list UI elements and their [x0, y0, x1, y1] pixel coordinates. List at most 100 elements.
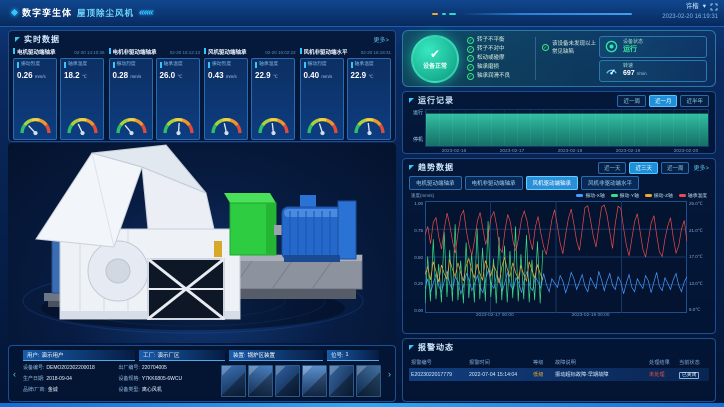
gauge-label: 振动烈度 — [17, 62, 54, 68]
gauge-card[interactable]: 轴承温度 22.9 ℃ — [251, 58, 295, 140]
run-record-panel: 运行记录 近一周 近一月 近半年 运行 停机 2023-02-16 — [402, 91, 716, 154]
check-item-label: 转子不对中 — [477, 45, 505, 54]
gauge — [64, 114, 101, 137]
range-button-day[interactable]: 近一天 — [598, 162, 627, 174]
device-state-chip: 设备状态 运行 — [599, 36, 707, 58]
gauge — [255, 114, 292, 137]
x-tick: 2023-02-20 — [674, 149, 699, 154]
device-photo[interactable] — [302, 365, 327, 397]
next-arrow[interactable]: › — [388, 370, 391, 379]
gauge-value: 0.43 — [208, 71, 224, 80]
chip-value: 运行 — [623, 46, 643, 54]
gauge — [304, 114, 341, 137]
gauge-card[interactable]: 轴承温度 26.0 ℃ — [156, 58, 200, 140]
gauge-label: 轴承温度 — [64, 62, 101, 68]
alarm-id: E2023022017779 — [409, 372, 469, 378]
gauge-unit: ℃ — [177, 74, 182, 79]
factory-number: 220704005 — [142, 365, 167, 372]
gauge-value: 18.2 — [64, 71, 80, 80]
tab-motor-drive-end[interactable]: 电机驱动端轴承 — [409, 176, 462, 190]
status-ring-icon — [605, 40, 618, 53]
run-x-axis: 2023-02-16 2023-02-17 2023-02-18 2023-02… — [425, 147, 715, 155]
trend-chart[interactable] — [425, 201, 687, 313]
device-photo[interactable] — [275, 365, 300, 397]
group-time: 02-20 16:02:23 — [265, 50, 295, 55]
gauge-label: 振动烈度 — [304, 62, 341, 68]
device-info-panel: ‹ › 用户:演示用户 工厂:演示厂区 装置:锅炉区装置 位号:1 设备编号:D… — [8, 345, 396, 402]
check-icon: ✓ — [467, 73, 474, 80]
fan-3d-model-viewport[interactable] — [8, 143, 396, 343]
check-icon: ✓ — [467, 64, 474, 71]
prev-arrow[interactable]: ‹ — [13, 370, 16, 379]
range-button-month[interactable]: 近一月 — [649, 95, 678, 107]
gauge-card[interactable]: 振动烈度 0.40 mm/s — [300, 58, 344, 140]
device-photo[interactable] — [329, 365, 354, 397]
realtime-data-panel: 实时数据 更多> 电机驱动端轴承 02-20 14:10:26 振动烈度 0.2… — [8, 30, 396, 142]
tab-fan-nondrive-horizontal[interactable]: 风机非驱动端水平 — [581, 176, 639, 190]
gauge-card[interactable]: 振动烈度 0.43 mm/s — [204, 58, 248, 140]
gauge — [17, 114, 54, 137]
user-selector[interactable]: 用户:演示用户 — [23, 350, 135, 361]
tab-motor-nondrive-end[interactable]: 电机非驱动端轴承 — [465, 176, 523, 190]
alarm-table-row[interactable]: E2023022017779 2022-07-04 15:14:04 低级 振动… — [409, 368, 709, 381]
group-time: 02-20 16:18:31 — [361, 50, 391, 55]
gauge-unit: mm/s — [35, 74, 46, 79]
chart-grid-texture — [426, 110, 708, 146]
tab-fan-drive-end[interactable]: 风机驱动端轴承 — [526, 176, 579, 190]
speedometer-icon — [605, 64, 618, 77]
gauge-label: 轴承温度 — [160, 62, 197, 68]
group-accent-bar — [204, 48, 206, 54]
y-axis-title: 速度(mm/s) — [411, 193, 434, 199]
legend-label[interactable]: 振动-Y轴 — [620, 192, 639, 199]
gauge-card[interactable]: 振动烈度 0.26 mm/s — [13, 58, 57, 140]
check-icon: ✓ — [467, 46, 474, 53]
x-tick: 2023-02-16 — [442, 149, 467, 154]
legend-label[interactable]: 振动-X轴 — [585, 192, 604, 199]
trend-title: 趋势数据 — [418, 162, 454, 173]
realtime-more-link[interactable]: 更多> — [373, 35, 389, 44]
brand: 金诚 — [48, 387, 58, 394]
bottom-accent-strip — [0, 403, 724, 407]
device-photo[interactable] — [356, 365, 381, 397]
trend-more-link[interactable]: 更多> — [693, 163, 709, 172]
gauge-label: 振动烈度 — [208, 62, 245, 68]
gauge-group: 风机驱动端轴承 02-20 16:02:23 振动烈度 0.43 mm/s 轴承… — [204, 48, 296, 140]
run-record-chart[interactable] — [425, 109, 709, 147]
range-button-halfyear[interactable]: 近半年 — [680, 95, 709, 107]
group-time: 02-20 14:10:26 — [74, 50, 104, 55]
range-button-3days[interactable]: 近三天 — [629, 162, 658, 174]
unit-selector[interactable]: 装置:锅炉区装置 — [229, 350, 323, 361]
user-name[interactable]: 许楷 — [686, 2, 699, 12]
gauge-card[interactable]: 轴承温度 22.9 ℃ — [347, 58, 391, 140]
legend-label[interactable]: 振动-Z轴 — [654, 192, 673, 199]
trend-data-panel: 趋势数据 近一天 近三天 近一周 更多> 电机驱动端轴承 电机非驱动端轴承 风机… — [402, 158, 716, 334]
fullscreen-icon[interactable] — [710, 3, 718, 11]
gauge-value: 26.0 — [160, 71, 176, 80]
device-photo[interactable] — [221, 365, 246, 397]
range-button-week[interactable]: 近一周 — [617, 95, 646, 107]
gauge-card[interactable]: 振动烈度 0.28 mm/s — [109, 58, 153, 140]
gauge-card[interactable]: 轴承温度 18.2 ℃ — [60, 58, 104, 140]
factory-selector[interactable]: 工厂:演示厂区 — [139, 350, 225, 361]
tag-selector[interactable]: 位号:1 — [327, 350, 379, 361]
equipment-status-panel: ✔ 设备正常 ✓转子不平衡 ✓转子不对中 ✓松动或碰摩 ✓轴承磨损 ✓轴承润滑不… — [402, 30, 716, 87]
range-button-week[interactable]: 近一周 — [661, 162, 690, 174]
gauge-value: 22.9 — [255, 71, 271, 80]
run-axis-label: 运行 — [407, 109, 423, 116]
chip-label: 转速 — [623, 63, 647, 70]
caret-down-icon[interactable]: ▾ — [703, 2, 706, 12]
app-title: 数字孪生体 — [22, 6, 72, 19]
legend-label[interactable]: 轴承温度 — [688, 192, 707, 199]
chip-unit: r/min — [637, 71, 647, 76]
panel-corner-icon — [409, 98, 414, 103]
trend-x-axis: 2023-02-17 00:00 2023-02-19 00:00 — [423, 313, 689, 322]
dash-decoration — [442, 13, 446, 15]
x-tick: 2023-02-17 — [500, 149, 525, 154]
gauge-group: 风机非驱动端水平 02-20 16:18:31 振动烈度 0.40 mm/s 轴… — [300, 48, 392, 140]
gauge-label: 振动烈度 — [113, 62, 150, 68]
device-number: DEMO202302200018 — [46, 365, 94, 372]
device-fields-col2: 出厂编号:220704005 设备规格:Y7KK6805-6WCU 设备类型:离… — [118, 365, 215, 397]
panel-corner-icon — [409, 345, 414, 350]
device-photo[interactable] — [248, 365, 273, 397]
fan-3d-model — [8, 143, 396, 343]
